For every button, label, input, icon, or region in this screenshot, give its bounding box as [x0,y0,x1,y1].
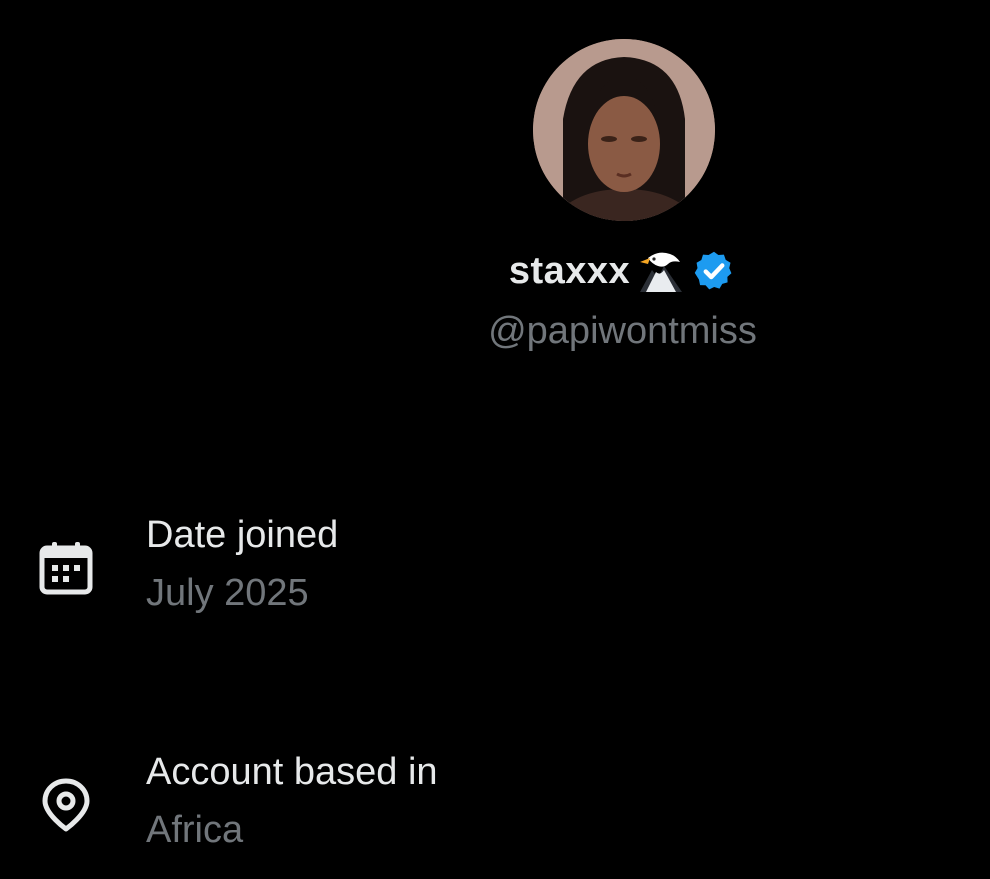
profile-name-row: staxxx [0,248,990,294]
profile-avatar[interactable] [533,39,715,221]
date-joined-label: Date joined [146,514,339,556]
avatar-image [533,39,715,221]
location-pin-icon [38,777,94,833]
date-joined-row: Date joined July 2025 [0,510,990,620]
verified-badge-icon[interactable] [692,249,736,293]
account-based-in-label: Account based in [146,751,438,793]
eagle-icon [638,248,684,294]
display-name: staxxx [508,249,631,292]
date-joined-value: July 2025 [146,572,309,614]
profile-handle: @papiwontmiss [488,310,757,352]
account-based-in-value: Africa [146,809,244,851]
account-based-in-row: Account based in Africa [0,747,990,857]
calendar-icon [38,540,94,596]
